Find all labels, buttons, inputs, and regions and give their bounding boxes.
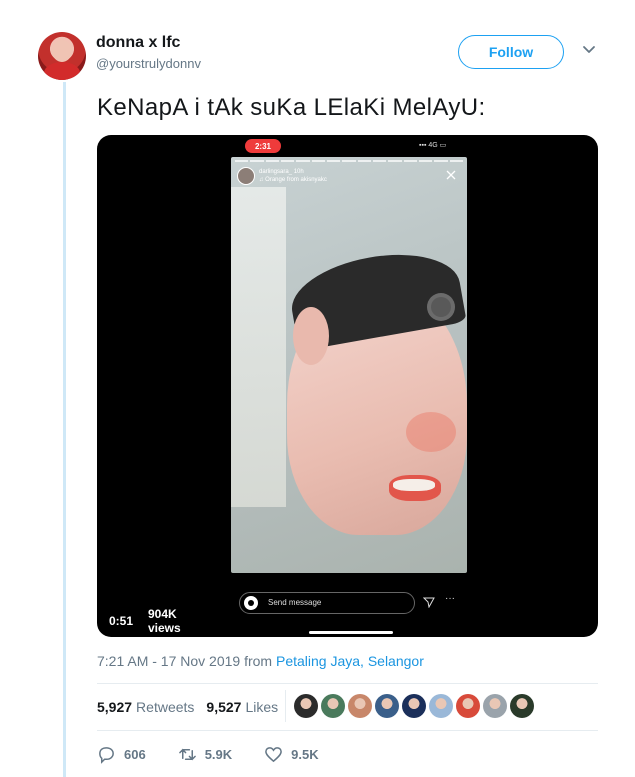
liker-avatar[interactable] [429, 694, 453, 718]
reply-placeholder: Send message [268, 598, 322, 607]
story-username: darlingsara_ [259, 169, 293, 175]
story-progress-bars [235, 160, 463, 162]
story-avatar [237, 167, 255, 185]
send-icon [423, 597, 435, 608]
liker-avatar[interactable] [294, 694, 318, 718]
liker-avatars [294, 694, 534, 718]
likes-count[interactable]: 9,527 [206, 699, 241, 715]
story-meta: darlingsara_ 10h ♫ Orange from akisnyakc [259, 169, 327, 183]
story-song-source: from akisnyakc [286, 177, 327, 183]
reply-icon [99, 746, 114, 764]
retweets-count[interactable]: 5,927 [97, 699, 132, 715]
close-icon [446, 170, 456, 180]
bubble-sticker [427, 293, 455, 321]
story-user: darlingsara_ 10h ♫ Orange from akisnyakc [237, 167, 327, 185]
teeth [393, 479, 435, 491]
story-frame: darlingsara_ 10h ♫ Orange from akisnyakc [231, 157, 467, 573]
liker-avatar[interactable] [375, 694, 399, 718]
reply-count: 606 [124, 746, 146, 762]
story-age: 10h [293, 169, 304, 175]
timestamp-text[interactable]: 7:21 AM - 17 Nov 2019 from [97, 653, 272, 669]
liker-avatar[interactable] [510, 694, 534, 718]
tweet-timestamp: 7:21 AM - 17 Nov 2019 from Petaling Jaya… [97, 653, 424, 669]
liker-avatar[interactable] [456, 694, 480, 718]
display-name[interactable]: donna x lfc [96, 34, 180, 52]
avatar[interactable] [38, 32, 86, 80]
video-player[interactable]: 2:31 ▪▪▪ 4G ▭ darlingsara_ 10h ♫ Orange … [97, 135, 598, 637]
retweet-icon [178, 748, 196, 760]
like-button[interactable]: 9.5K [264, 745, 319, 764]
reply-button[interactable]: 606 [97, 745, 146, 764]
retweet-button[interactable]: 5.9K [178, 745, 232, 764]
tweet-text: KeNapA i tAk suKa LElaKi MelAyU: [97, 94, 486, 121]
tweet-header: donna x lfc @yourstrulydonnv Follow [38, 32, 608, 80]
liker-avatar[interactable] [348, 694, 372, 718]
location-link[interactable]: Petaling Jaya, Selangor [276, 653, 424, 669]
camera-icon [244, 596, 258, 610]
cheek [406, 412, 456, 452]
story-song: Orange [265, 177, 286, 183]
follow-button[interactable]: Follow [458, 35, 564, 69]
retweets-label[interactable]: Retweets [136, 699, 194, 715]
network-status: ▪▪▪ 4G ▭ [419, 142, 447, 149]
video-views: 904K views [143, 607, 215, 635]
divider [97, 683, 598, 684]
chevron-down-icon[interactable] [580, 40, 598, 58]
avatar-shirt [44, 62, 80, 80]
thread-connector-line [63, 82, 66, 777]
network-type: 4G [428, 142, 438, 149]
retweet-count: 5.9K [204, 746, 233, 762]
likes-label[interactable]: Likes [245, 699, 278, 715]
like-count: 9.5K [291, 746, 319, 762]
divider [97, 730, 598, 731]
stats-separator [285, 690, 286, 722]
engagement-stats: 5,927 Retweets 9,527 Likes [97, 697, 278, 717]
story-timer: 2:31 [245, 139, 281, 153]
action-bar: 606 5.9K 9.5K [97, 744, 351, 764]
user-handle[interactable]: @yourstrulydonnv [96, 56, 201, 71]
video-duration: 0:51 [103, 611, 139, 631]
home-indicator [309, 631, 393, 634]
liker-avatar[interactable] [483, 694, 507, 718]
ear [293, 307, 329, 365]
avatar-face [52, 40, 72, 62]
liker-avatar[interactable] [321, 694, 345, 718]
heart-icon [265, 746, 283, 762]
hair-light [231, 187, 286, 507]
more-icon: ··· [445, 593, 455, 604]
story-reply-bar: Send message [239, 592, 415, 614]
liker-avatar[interactable] [402, 694, 426, 718]
